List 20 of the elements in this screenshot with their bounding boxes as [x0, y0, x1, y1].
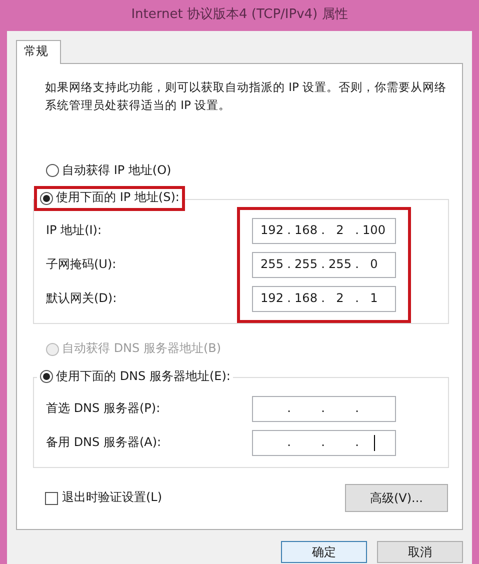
window-title: Internet 协议版本4 (TCP/IPv4) 属性 — [130, 6, 349, 24]
ip-address-field[interactable]: 192 . 168 . 2 . 100 — [252, 218, 396, 244]
ip-address-field[interactable]: 255 . 255 . 255 . 0 — [252, 252, 396, 278]
ip-address-field[interactable]: . . . — [252, 396, 396, 422]
field-label: 子网掩码(U): — [46, 256, 118, 273]
advanced-button[interactable]: 高级(V)... — [345, 484, 448, 512]
description-text: 如果网络支持此功能，则可以获取自动指派的 IP 设置。否则，你需要从网络系统管理员处获得适当的 IP 设置。 — [45, 79, 448, 114]
dialog-button[interactable]: 确定 — [281, 541, 367, 563]
radio-option[interactable]: 使用下面的 IP 地址(S): — [37, 188, 182, 208]
validate-checkbox[interactable]: 退出时验证设置(L) — [45, 490, 162, 506]
field-label: 备用 DNS 服务器(A): — [46, 434, 162, 452]
radio-option: 自动获得 DNS 服务器地址(B) — [43, 340, 224, 359]
field-label: 首选 DNS 服务器(P): — [46, 400, 162, 418]
field-label: 默认网关(D): — [46, 290, 118, 307]
ip-address-field[interactable]: . . . — [252, 430, 396, 456]
field-label: IP 地址(I): — [46, 222, 103, 239]
tab[interactable]: 常规 — [16, 40, 61, 64]
ip-address-field[interactable]: 192 . 168 . 2 . 1 — [252, 286, 396, 312]
dialog-button[interactable]: 取消 — [377, 541, 463, 563]
radio-option[interactable]: 自动获得 IP 地址(O) — [43, 161, 174, 180]
